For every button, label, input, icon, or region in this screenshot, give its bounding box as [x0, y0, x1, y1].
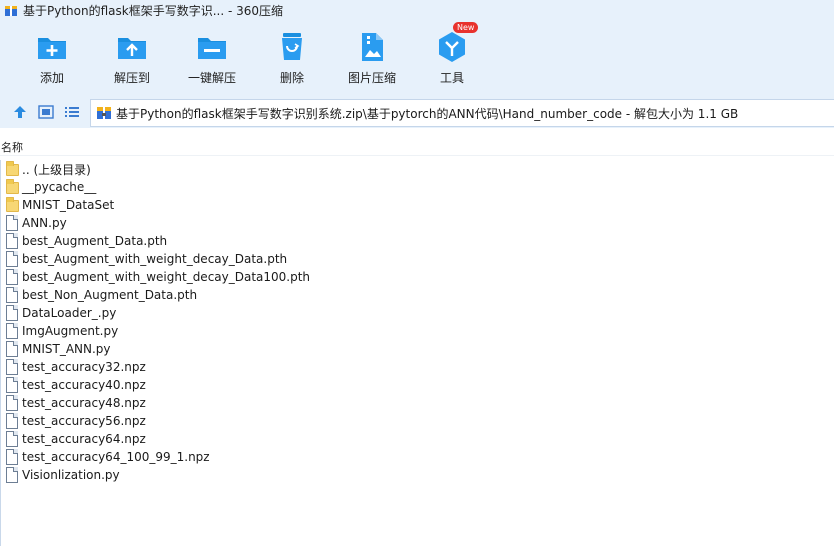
address-row: 基于Python的flask框架手写数字识别系统.zip\基于pytorch的A… [0, 96, 834, 128]
file-name: .. (上级目录) [22, 162, 91, 177]
file-icon [5, 466, 19, 484]
file-name: best_Augment_with_weight_decay_Data.pth [22, 252, 288, 266]
list-item[interactable]: Visionlization.py [5, 466, 120, 484]
list-item[interactable]: best_Augment_with_weight_decay_Data100.p… [5, 268, 310, 286]
image-compress-button[interactable]: 图片压缩 [332, 30, 412, 86]
list-item[interactable]: best_Augment_Data.pth [5, 232, 167, 250]
file-name: test_accuracy64.npz [22, 432, 146, 446]
folder-icon [5, 196, 19, 214]
file-name: ImgAugment.py [22, 324, 119, 338]
name-column-header[interactable]: 名称 [1, 139, 23, 155]
toolbar: 添加 解压到 一键解压 删除 图片压缩 New 工具 [0, 20, 834, 96]
file-name: MNIST_ANN.py [22, 342, 111, 356]
title-bar: 基于Python的flask框架手写数字识... - 360压缩 [0, 0, 834, 20]
one-click-extract-icon [195, 30, 229, 64]
list-item[interactable]: __pycache__ [5, 178, 96, 196]
file-icon [5, 286, 19, 304]
file-name: ANN.py [22, 216, 67, 230]
tools-button[interactable]: New 工具 [412, 22, 492, 86]
file-icon [5, 340, 19, 358]
folder-icon [5, 160, 19, 178]
file-name: test_accuracy56.npz [22, 414, 146, 428]
add-button[interactable]: 添加 [12, 30, 92, 86]
one-click-extract-button[interactable]: 一键解压 [172, 30, 252, 86]
list-item[interactable]: best_Non_Augment_Data.pth [5, 286, 197, 304]
file-icon [5, 250, 19, 268]
delete-button[interactable]: 删除 [252, 30, 332, 86]
file-icon [5, 412, 19, 430]
column-header: 名称 [0, 136, 834, 156]
extract-to-button[interactable]: 解压到 [92, 30, 172, 86]
tools-icon: New [435, 22, 479, 64]
list-item[interactable]: test_accuracy32.npz [5, 358, 146, 376]
list-item[interactable]: test_accuracy40.npz [5, 376, 146, 394]
file-name: best_Augment_Data.pth [22, 234, 168, 248]
list-item[interactable]: test_accuracy48.npz [5, 394, 146, 412]
file-name: DataLoader_.py [22, 306, 117, 320]
delete-icon [275, 30, 309, 64]
file-icon [5, 376, 19, 394]
list-view-icon[interactable] [63, 103, 81, 121]
file-name: __pycache__ [22, 180, 97, 194]
list-item[interactable]: .. (上级目录) [5, 160, 91, 178]
tools-label: 工具 [439, 71, 464, 85]
list-item[interactable]: MNIST_ANN.py [5, 340, 111, 358]
file-icon [5, 394, 19, 412]
image-compress-icon [355, 30, 389, 64]
archive-icon [96, 105, 112, 121]
file-name: test_accuracy64_100_99_1.npz [22, 450, 210, 464]
file-name: MNIST_DataSet [22, 198, 115, 212]
file-icon [5, 322, 19, 340]
file-name: test_accuracy40.npz [22, 378, 146, 392]
add-label: 添加 [39, 71, 64, 85]
archive-path: 基于Python的flask框架手写数字识别系统.zip\基于pytorch的A… [116, 106, 739, 121]
extract-to-label: 解压到 [113, 71, 150, 85]
window-title: 基于Python的flask框架手写数字识... - 360压缩 [23, 3, 284, 18]
delete-label: 删除 [279, 71, 304, 85]
file-name: best_Augment_with_weight_decay_Data100.p… [22, 270, 311, 284]
file-icon [5, 214, 19, 232]
file-icon [5, 448, 19, 466]
image-compress-label: 图片压缩 [347, 71, 396, 85]
list-item[interactable]: DataLoader_.py [5, 304, 116, 322]
list-item[interactable]: ANN.py [5, 214, 67, 232]
list-item[interactable]: ImgAugment.py [5, 322, 118, 340]
new-badge: New [453, 22, 479, 33]
file-name: best_Non_Augment_Data.pth [22, 288, 198, 302]
file-list: .. (上级目录) __pycache__ MNIST_DataSet ANN.… [0, 160, 834, 546]
address-bar[interactable]: 基于Python的flask框架手写数字识别系统.zip\基于pytorch的A… [90, 99, 834, 127]
app-logo-icon [4, 3, 18, 17]
one-click-extract-label: 一键解压 [187, 71, 236, 85]
file-icon [5, 304, 19, 322]
list-item[interactable]: test_accuracy64_100_99_1.npz [5, 448, 210, 466]
file-name: test_accuracy32.npz [22, 360, 146, 374]
up-arrow-icon[interactable] [11, 103, 29, 121]
file-icon [5, 430, 19, 448]
file-icon [5, 232, 19, 250]
extract-to-icon [115, 30, 149, 64]
list-item[interactable]: test_accuracy56.npz [5, 412, 146, 430]
list-item[interactable]: best_Augment_with_weight_decay_Data.pth [5, 250, 287, 268]
folder-icon [5, 178, 19, 196]
file-name: test_accuracy48.npz [22, 396, 146, 410]
list-item[interactable]: test_accuracy64.npz [5, 430, 146, 448]
add-icon [35, 30, 69, 64]
file-icon [5, 358, 19, 376]
file-name: Visionlization.py [22, 468, 120, 482]
file-icon [5, 268, 19, 286]
thumbnail-view-icon[interactable] [37, 103, 55, 121]
list-item[interactable]: MNIST_DataSet [5, 196, 114, 214]
